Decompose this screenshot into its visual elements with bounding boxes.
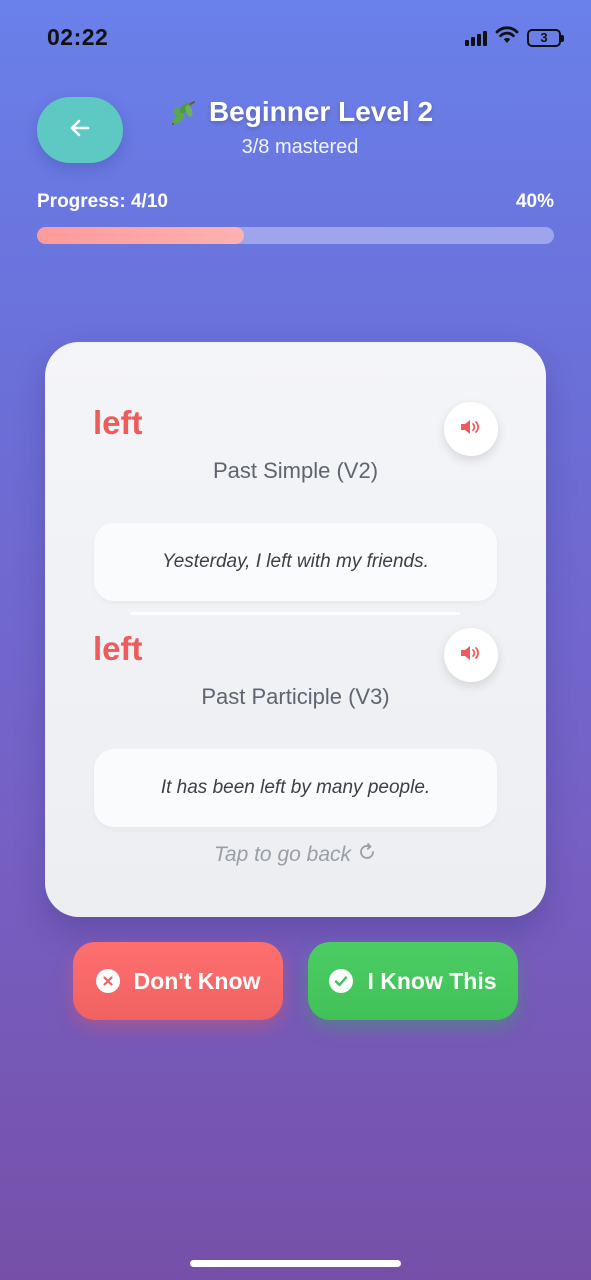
leaf-icon	[167, 96, 199, 128]
battery-icon: 3	[527, 28, 564, 47]
audio-button-v2[interactable]	[444, 402, 498, 456]
status-icons: 3	[465, 26, 564, 49]
speaker-icon	[459, 417, 483, 442]
arrow-left-icon	[68, 116, 92, 145]
battery-level: 3	[540, 30, 548, 45]
progress-fill	[37, 227, 244, 244]
example-sentence-v2: Yesterday, I left with my friends.	[94, 523, 497, 601]
wifi-icon	[495, 26, 519, 49]
audio-button-v3[interactable]	[444, 628, 498, 682]
signal-icon	[465, 30, 487, 46]
form-label-v3: Past Participle (V3)	[201, 684, 390, 709]
dont-know-label: Don't Know	[133, 967, 261, 994]
example-sentence-v3: It has been left by many people.	[94, 749, 497, 827]
flash-card[interactable]: left Past Simple (V2) Yesterday, I left …	[45, 342, 546, 917]
know-this-label: I Know This	[367, 967, 497, 994]
know-this-button[interactable]: I Know This	[308, 942, 518, 1020]
page-title: Beginner Level 2	[120, 96, 480, 128]
tap-hint[interactable]: Tap to go back	[45, 842, 546, 868]
status-bar: 02:22 3	[0, 0, 591, 76]
x-circle-icon	[95, 969, 120, 993]
header: Beginner Level 2 3/8 mastered	[120, 96, 480, 159]
home-indicator[interactable]	[190, 1260, 401, 1267]
status-time: 02:22	[47, 24, 109, 50]
verb-word-v3: left	[93, 630, 143, 667]
check-circle-icon	[329, 969, 354, 993]
tap-hint-text: Tap to go back	[214, 843, 351, 866]
title-text: Beginner Level 2	[208, 96, 434, 127]
mastered-count: 3/8 mastered	[241, 136, 359, 158]
progress-percent: 40%	[515, 191, 554, 212]
progress-label: Progress: 4/10	[37, 191, 168, 212]
verb-word-v2: left	[93, 404, 143, 441]
dont-know-button[interactable]: Don't Know	[73, 942, 283, 1020]
card-divider	[130, 612, 460, 615]
back-button[interactable]	[37, 97, 123, 163]
progress-bar	[37, 227, 554, 244]
speaker-icon	[459, 643, 483, 668]
refresh-icon	[357, 842, 377, 868]
form-label-v2: Past Simple (V2)	[212, 458, 379, 483]
